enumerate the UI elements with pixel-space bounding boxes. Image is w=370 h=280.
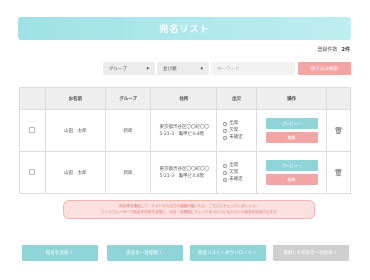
attendance-option-attend[interactable]: 出席 [223,162,256,169]
group-select[interactable]: グループ ▾ [103,62,155,75]
chevron-down-icon: ▾ [146,65,149,72]
edit-button[interactable]: 編集 [265,132,318,143]
address-line-2: 5-21-3 亀甲ビル4階 [159,131,205,137]
sort-select[interactable]: 並び順 ▾ [157,62,209,75]
download-list-button[interactable]: 宛名リスト・ダウンロード 〉 [190,245,266,261]
column-header-attendance: 出欠 [216,87,258,110]
trash-icon[interactable]: 🗑 [334,127,343,135]
delete-cell: 🗑 [326,151,351,194]
address-line-1: 東京都渋谷区〇〇町〇〇 [159,166,209,172]
column-header-address: 住所 [150,87,218,110]
radio-icon [223,121,228,126]
attendance-cell: 出席 欠席 未確定 [216,151,258,194]
address-list-table: お名前 グループ 住所 出欠 操作 山田 太郎 新郎 東京都渋谷区〇〇町〇〇 5… [19,87,351,194]
row-checkbox[interactable] [29,126,36,133]
keyword-placeholder: キーワード [217,66,240,72]
attendance-cell: 出席 欠席 未確定 [216,109,258,152]
trash-icon[interactable]: 🗑 [334,169,343,177]
add-address-button[interactable]: 宛名を追加 〉 [22,245,98,261]
edit-button[interactable]: 編集 [265,174,318,185]
address-cell: 東京都渋谷区〇〇町〇〇 5-21-3 亀甲ビル4階 [150,109,218,152]
row-checkbox-cell [19,151,46,194]
row-checkbox[interactable] [29,168,36,175]
column-header-name: お名前 [44,87,106,110]
filter-search-button[interactable]: 絞り込み検索 [298,62,351,75]
group-select-label: グループ [109,66,127,72]
address-line-2: 5-21-3 亀甲ビル4階 [159,173,205,179]
page-title: 宛名リスト [18,17,351,40]
group-cell: 新郎 [104,151,152,194]
notice-line-2: ワンサプレーターで宛名を作成する際に、氏名・未確認にチェックがついているゲストの… [101,209,277,214]
attendance-label: 未確定 [229,177,243,182]
table-row: 山田 太郎 新郎 東京都渋谷区〇〇町〇〇 5-21-3 亀甲ビル4階 出席 欠席… [19,151,351,194]
name-cell: 山田 太郎 [44,109,106,152]
attendance-label: 出席 [229,163,239,168]
attendance-option-absent[interactable]: 欠席 [223,169,256,176]
bulk-delete-button[interactable]: 選択した宛名を一括削除 〉 [273,245,349,261]
radio-icon [223,135,228,140]
attendance-label: 欠席 [229,128,239,133]
attendance-option-undecided[interactable]: 未確定 [223,134,256,141]
chevron-down-icon: ▾ [200,65,203,72]
attendance-option-undecided[interactable]: 未確定 [223,176,256,183]
count-value: 2件 [341,47,350,53]
group-cell: 新郎 [104,109,152,152]
column-header-group: グループ [104,87,152,110]
table-row: 山田 太郎 新郎 東京都渋谷区〇〇町〇〇 5-21-3 亀甲ビル4階 出席 欠席… [19,109,351,152]
radio-icon [223,177,228,182]
actions-cell: プレビュー 編集 [256,151,328,194]
delete-column-header [326,87,351,110]
attendance-option-attend[interactable]: 出席 [223,120,256,127]
notice-box: 宛名等を確定して、テストから出力の連絡が届いたら、こちらにチェックしましょう。 … [63,200,315,219]
attendance-option-absent[interactable]: 欠席 [223,127,256,134]
preview-button[interactable]: プレビュー [265,118,318,129]
count-label: 登録件数 [317,47,338,53]
sort-select-label: 並び順 [163,66,177,72]
table-header-row: お名前 グループ 住所 出欠 操作 [19,87,351,110]
radio-icon [223,128,228,133]
radio-icon [223,170,228,175]
actions-cell: プレビュー 編集 [256,109,328,152]
address-line-1: 東京都渋谷区〇〇町〇〇 [159,124,209,130]
radio-icon [223,163,228,168]
attendance-label: 欠席 [229,170,239,175]
row-checkbox-cell [19,109,46,152]
select-column-header [19,87,46,110]
column-header-actions: 操作 [256,87,328,110]
name-cell: 山田 太郎 [44,151,106,194]
delete-cell: 🗑 [326,109,351,152]
address-cell: 東京都渋谷区〇〇町〇〇 5-21-3 亀甲ビル4階 [150,151,218,194]
keyword-input[interactable]: キーワード [211,62,295,75]
preview-button[interactable]: プレビュー [265,160,318,171]
attendance-label: 出席 [229,121,239,126]
registered-count: 登録件数 2件 [318,46,351,53]
bulk-register-button[interactable]: 宛名を一括登録 〉 [107,245,183,261]
attendance-label: 未確定 [229,135,243,140]
